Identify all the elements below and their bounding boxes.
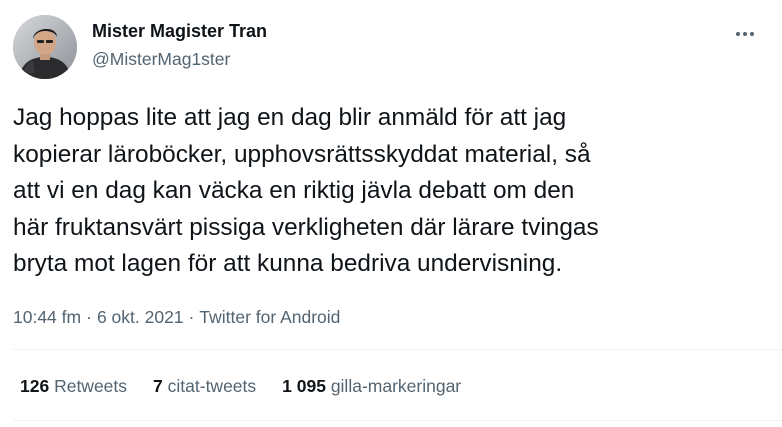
quote-tweets-label: citat-tweets [167, 376, 257, 396]
divider [13, 420, 782, 421]
tweet-date[interactable]: 6 okt. 2021 [97, 307, 184, 327]
author-display-name[interactable]: Mister Magister Tran [92, 21, 267, 42]
tweet-text-line: här fruktansvärt pissiga verkligheten dä… [13, 213, 599, 241]
meta-separator: · [86, 307, 92, 327]
tweet-stats: 126 Retweets 7 citat-tweets 1 095 gilla-… [20, 376, 461, 397]
likes-label: gilla-markeringar [330, 376, 462, 396]
tweet-metadata: 10:44 fm · 6 okt. 2021 · Twitter for Android [13, 307, 340, 328]
tweet-time[interactable]: 10:44 fm [13, 307, 81, 327]
tweet-source[interactable]: Twitter for Android [199, 307, 340, 327]
divider [13, 349, 782, 350]
tweet-text-line: bryta mot lagen för att kunna bedriva un… [13, 250, 563, 277]
tweet-card: Mister Magister Tran @MisterMag1ster Jag… [0, 0, 782, 427]
likes-stat[interactable]: 1 095 gilla-markeringar [282, 376, 461, 397]
avatar-image [13, 15, 77, 79]
tweet-text-line: kopierar läroböcker, upphovsrättsskyddat… [13, 140, 591, 168]
retweets-stat[interactable]: 126 Retweets [20, 376, 127, 397]
tweet-text: Jag hoppas lite att jag en dag blir anmä… [13, 100, 773, 283]
ellipsis-icon[interactable] [733, 22, 757, 46]
retweets-count: 126 [20, 376, 50, 396]
quote-tweets-stat[interactable]: 7 citat-tweets [153, 376, 256, 397]
quote-tweets-count: 7 [153, 376, 163, 396]
author-handle[interactable]: @MisterMag1ster [92, 49, 230, 70]
retweets-label: Retweets [54, 376, 128, 396]
avatar[interactable] [13, 15, 77, 79]
tweet-text-line: att vi en dag kan väcka en riktig jävla … [13, 177, 575, 204]
meta-separator: · [188, 307, 195, 327]
likes-count: 1 095 [282, 376, 326, 396]
tweet-text-line: Jag hoppas lite att jag en dag blir anmä… [13, 104, 567, 131]
